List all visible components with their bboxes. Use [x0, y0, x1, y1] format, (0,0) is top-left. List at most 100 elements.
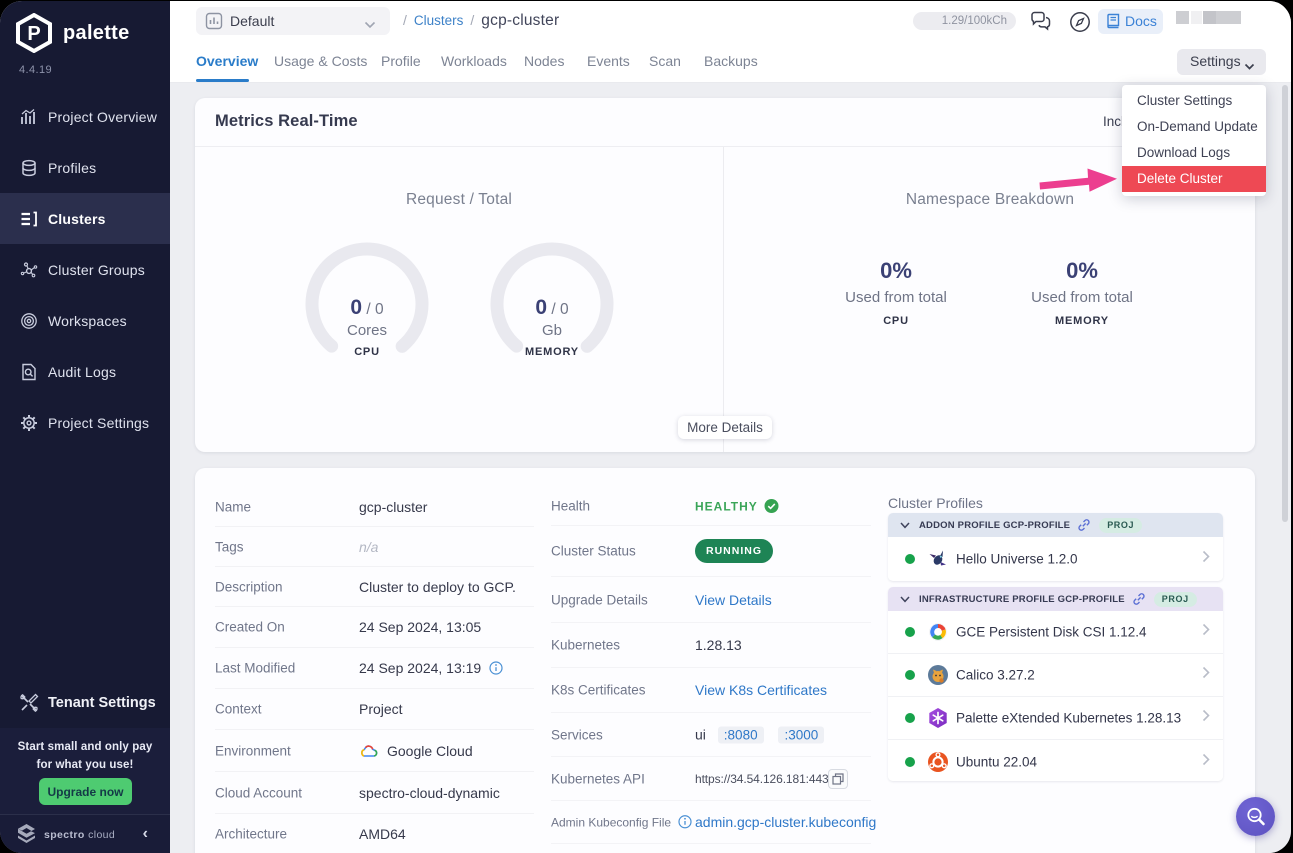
infrastructure-profile-header[interactable]: INFRASTRUCTURE PROFILE GCP-PROFILE PROJ: [888, 587, 1223, 611]
services-value: ui :8080 :3000: [695, 726, 824, 743]
help-compass-icon[interactable]: [1067, 9, 1093, 35]
detail-row-environment: Environment Google Cloud: [215, 730, 534, 772]
proj-scope-badge: PROJ: [1099, 518, 1142, 533]
detail-row-description: Description Cluster to deploy to GCP.: [215, 567, 534, 607]
cluster-details-card: Name gcp-cluster Tags n/a Description Cl…: [195, 468, 1255, 853]
sidebar-item-workspaces[interactable]: Workspaces: [0, 295, 170, 346]
status-row-k8s-certificates: K8s Certificates View K8s Certificates: [551, 668, 871, 713]
breadcrumb-separator: /: [470, 12, 474, 28]
redacted-block: [1203, 11, 1216, 24]
feedback-chat-icon[interactable]: [1028, 9, 1054, 35]
copy-icon[interactable]: [828, 769, 848, 789]
detail-label: Kubernetes: [551, 638, 620, 653]
tab-overview[interactable]: Overview: [196, 53, 258, 69]
profile-layer-calico[interactable]: Calico 3.27.2: [888, 654, 1223, 697]
service-port-3000-link[interactable]: :3000: [778, 726, 824, 743]
menu-item-delete-cluster[interactable]: Delete Cluster: [1122, 166, 1266, 192]
status-dot: [905, 554, 915, 564]
link-icon[interactable]: [1132, 592, 1146, 606]
detail-value: AMD64: [359, 826, 406, 842]
usage-quota-badge: 1.29/100kCh: [913, 12, 1016, 30]
namespace-breakdown-title: Namespace Breakdown: [860, 191, 1120, 209]
metrics-title: Metrics Real-Time: [215, 112, 358, 131]
cluster-profiles-title: Cluster Profiles: [888, 495, 983, 511]
menu-item-on-demand-update[interactable]: On-Demand Update: [1122, 114, 1266, 140]
sidebar-item-audit-logs[interactable]: Audit Logs: [0, 346, 170, 397]
upgrade-now-button[interactable]: Upgrade now: [39, 778, 132, 805]
memory-gauge-unit: Gb: [490, 322, 614, 339]
profile-layer-ubuntu[interactable]: Ubuntu 22.04: [888, 740, 1223, 781]
sidebar-item-tenant-settings[interactable]: Tenant Settings: [0, 677, 170, 728]
project-selector[interactable]: Default: [196, 7, 390, 35]
namespace-memory-stat: 0% Used from total MEMORY: [992, 258, 1172, 327]
docs-button-label: Docs: [1125, 13, 1157, 29]
sidebar-item-clusters[interactable]: Clusters: [0, 193, 170, 244]
detail-value: spectro-cloud-dynamic: [359, 785, 500, 801]
collapse-sidebar-icon[interactable]: ‹: [143, 825, 148, 843]
tab-backups[interactable]: Backups: [704, 53, 758, 69]
sidebar-item-project-overview[interactable]: Project Overview: [0, 91, 170, 142]
detail-label: Architecture: [215, 827, 287, 842]
detail-label: Services: [551, 727, 603, 742]
tab-nodes[interactable]: Nodes: [524, 53, 564, 69]
magnifier-smile-icon: [1245, 806, 1267, 828]
profile-layer-name: Hello Universe 1.2.0: [956, 551, 1078, 566]
status-dot: [905, 670, 915, 680]
content-area: Metrics Real-Time Incl Request / Total 0…: [170, 83, 1291, 853]
menu-item-download-logs[interactable]: Download Logs: [1122, 140, 1266, 166]
palette-logo-icon: P: [14, 13, 54, 53]
tab-scan[interactable]: Scan: [649, 53, 681, 69]
sidebar-item-profiles[interactable]: Profiles: [0, 142, 170, 193]
view-k8s-certificates-link[interactable]: View K8s Certificates: [695, 682, 827, 698]
svg-text:P: P: [27, 23, 40, 45]
admin-kubeconfig-link[interactable]: admin.gcp-cluster.kubeconfig: [695, 814, 876, 830]
view-details-link[interactable]: View Details: [695, 592, 772, 608]
check-circle-icon: [764, 499, 779, 514]
detail-label: Admin Kubeconfig File: [551, 815, 692, 830]
detail-row-cloud-account: Cloud Account spectro-cloud-dynamic: [215, 772, 534, 814]
resource-center-button[interactable]: [1236, 797, 1275, 836]
link-icon[interactable]: [1077, 518, 1091, 532]
tab-usage-costs[interactable]: Usage & Costs: [274, 53, 367, 69]
settings-button-label: Settings: [1190, 53, 1241, 69]
breadcrumb-current: gcp-cluster: [481, 12, 559, 30]
main-area: Default / Clusters / gcp-cluster 1.29/10…: [170, 1, 1291, 853]
sidebar-item-cluster-groups[interactable]: Cluster Groups: [0, 244, 170, 295]
more-details-button[interactable]: More Details: [678, 416, 772, 439]
service-port-8080-link[interactable]: :8080: [718, 726, 764, 743]
memory-gauge-metric: MEMORY: [490, 346, 614, 358]
profile-layer-palette-extended-kubernetes[interactable]: Palette eXtended Kubernetes 1.28.13: [888, 697, 1223, 740]
breadcrumb-clusters-link[interactable]: Clusters: [414, 13, 464, 28]
hello-universe-icon: [927, 548, 949, 570]
detail-value: 24 Sep 2024, 13:05: [359, 619, 481, 635]
sidebar-item-project-settings[interactable]: Project Settings: [0, 397, 170, 448]
tab-events[interactable]: Events: [587, 53, 630, 69]
network-icon: [20, 261, 38, 279]
profile-layer-gce-disk[interactable]: GCE Persistent Disk CSI 1.12.4: [888, 611, 1223, 654]
addon-profile-header[interactable]: ADDON PROFILE GCP-PROFILE PROJ: [888, 513, 1223, 537]
tab-workloads[interactable]: Workloads: [441, 53, 507, 69]
status-row-kubernetes: Kubernetes 1.28.13: [551, 623, 871, 668]
addon-profile-name: ADDON PROFILE GCP-PROFILE: [919, 520, 1070, 531]
calico-icon: [927, 664, 949, 686]
detail-value: 1.28.13: [695, 637, 742, 653]
chevron-right-icon: [1202, 623, 1210, 641]
tab-profile[interactable]: Profile: [381, 53, 421, 69]
version-label: 4.4.19: [19, 64, 52, 76]
sidebar-item-label: Clusters: [48, 211, 106, 227]
workspaces-icon: [20, 312, 38, 330]
detail-value: Google Cloud: [359, 743, 473, 759]
database-icon: [20, 159, 38, 177]
scrollbar-thumb[interactable]: [1282, 85, 1288, 522]
settings-button[interactable]: Settings: [1177, 49, 1266, 75]
menu-item-cluster-settings[interactable]: Cluster Settings: [1122, 88, 1266, 114]
detail-label: Environment: [215, 743, 291, 758]
cpu-gauge-metric: CPU: [305, 346, 429, 358]
kubernetes-api-value: https://34.54.126.181:443: [695, 772, 829, 786]
docs-button[interactable]: Docs: [1098, 9, 1163, 34]
profile-layer-hello-universe[interactable]: Hello Universe 1.2.0: [888, 537, 1223, 580]
chevron-right-icon: [1202, 709, 1210, 727]
sidebar-item-label: Profiles: [48, 160, 96, 176]
status-row-kubernetes-api: Kubernetes API https://34.54.126.181:443: [551, 757, 871, 801]
breadcrumb: / Clusters / gcp-cluster: [403, 12, 559, 30]
